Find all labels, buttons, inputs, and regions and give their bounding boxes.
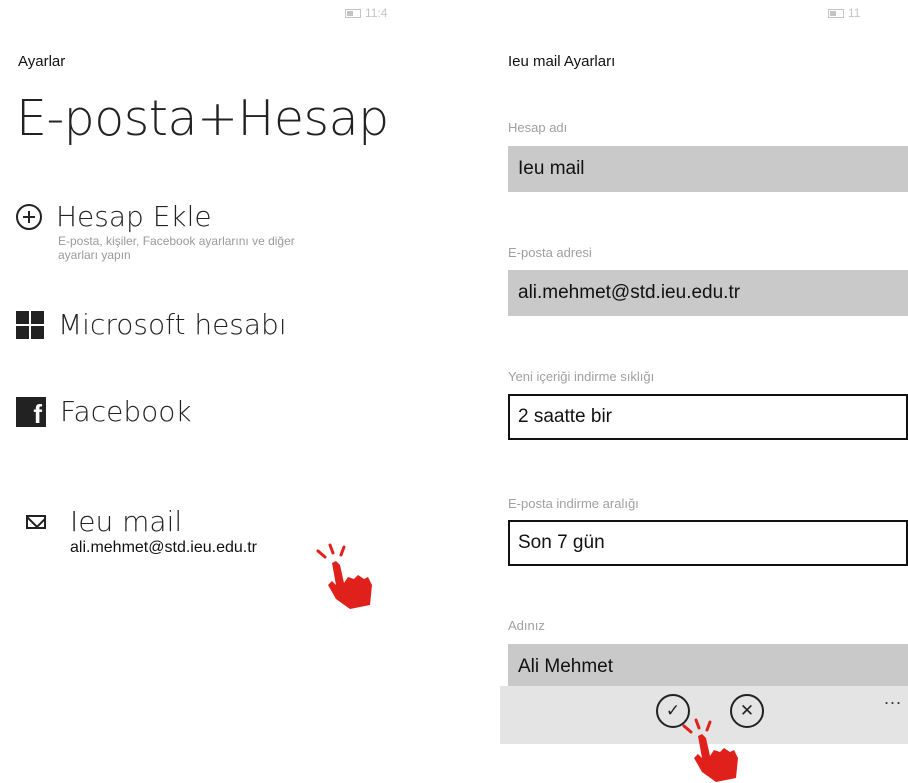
status-bar: 11:4 — [345, 6, 387, 20]
plus-circle-icon — [16, 204, 42, 230]
windows-icon — [16, 311, 44, 339]
page-title: E-posta+Hesap — [16, 90, 389, 147]
add-account-label: Hesap Ekle — [56, 200, 212, 233]
more-options-button[interactable]: ... — [884, 688, 902, 709]
microsoft-account-label: Microsoft hesabı — [58, 308, 287, 341]
battery-icon — [828, 9, 844, 19]
tap-hand-icon — [682, 718, 738, 782]
download-range-select[interactable]: Son 7 gün — [508, 520, 908, 566]
email-address-label: E-posta adresi — [508, 245, 592, 260]
account-name-label: Hesap adı — [508, 120, 568, 135]
microsoft-account-item[interactable]: Microsoft hesabı — [16, 308, 287, 342]
page-header: Ieu mail Ayarları — [508, 53, 616, 70]
facebook-item[interactable]: f Facebook — [16, 395, 192, 429]
add-account-desc-2: ayarları yapın — [58, 248, 131, 262]
ieu-mail-email: ali.mehmet@std.ieu.edu.tr — [70, 539, 257, 556]
facebook-label: Facebook — [60, 395, 192, 428]
ieu-mail-label: Ieu mail — [70, 505, 183, 538]
mail-settings-screen: 11 Ieu mail Ayarları Hesap adı Ieu mail … — [470, 0, 908, 783]
your-name-label: Adınız — [508, 618, 545, 633]
add-account-desc: E-posta, kişiler, Facebook ayarlarını ve… — [58, 234, 295, 248]
status-bar: 11 — [828, 6, 860, 20]
facebook-icon: f — [16, 397, 46, 429]
battery-icon — [345, 9, 361, 19]
add-account-item[interactable]: Hesap Ekle E-posta, kişiler, Facebook ay… — [16, 200, 295, 262]
settings-screen: 11:4 Ayarlar E-posta+Hesap Hesap Ekle E-… — [0, 0, 455, 783]
email-address-input[interactable]: ali.mehmet@std.ieu.edu.tr — [508, 270, 908, 316]
page-header: Ayarlar — [18, 53, 66, 70]
download-range-label: E-posta indirme aralığı — [508, 496, 639, 511]
your-name-input[interactable]: Ali Mehmet — [508, 644, 908, 690]
download-frequency-select[interactable]: 2 saatte bir — [508, 394, 908, 440]
envelope-icon — [26, 515, 46, 529]
tap-hand-icon — [316, 543, 372, 609]
account-name-input[interactable]: Ieu mail — [508, 146, 908, 192]
download-frequency-label: Yeni içeriği indirme sıklığı — [508, 369, 655, 384]
ieu-mail-account-item[interactable]: Ieu mail ali.mehmet@std.ieu.edu.tr — [26, 505, 257, 557]
